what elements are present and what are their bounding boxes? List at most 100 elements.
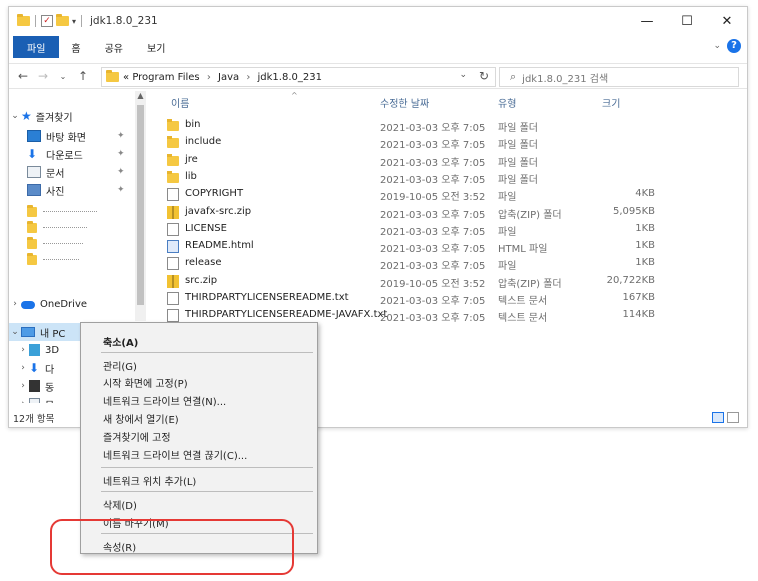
menu-item-manage[interactable]: 관리(G) [103,358,137,373]
chevron-right-icon[interactable]: › [17,363,29,373]
nav-this-pc[interactable]: ⌄ 내 PC [9,323,89,341]
menu-item-map-drive[interactable]: 네트워크 드라이브 연결(N)... [103,393,226,408]
table-row[interactable]: LICENSE 2021-03-03 오후 7:05 파일 1KB [149,221,747,238]
tab-home[interactable]: 홈 [59,36,92,58]
nav-item-downloads-pc[interactable]: › ⬇ 다 [17,359,54,377]
menu-item-add-network-location[interactable]: 네트워크 위치 추가(L) [103,473,196,488]
refresh-icon[interactable]: ↻ [479,69,489,83]
table-row[interactable]: jre 2021-03-03 오후 7:05 파일 폴더 [149,152,747,169]
details-view-icon[interactable] [712,412,724,423]
nav-item-videos[interactable]: › 동 [17,377,54,395]
nav-label: 다 [45,364,55,376]
menu-item-collapse[interactable]: 축소(A) [103,334,138,349]
file-size: 1KB [635,240,655,252]
file-name: release [185,257,222,269]
menu-item-pin-start[interactable]: 시작 화면에 고정(P) [103,375,188,390]
chevron-down-icon[interactable]: ⌄ [9,111,21,121]
table-row[interactable]: javafx-src.zip 2021-03-03 오후 7:05 압축(ZIP) … [149,204,747,221]
window-title: jdk1.8.0_231 [90,15,158,27]
chevron-right-icon[interactable]: › [207,72,211,83]
table-row[interactable]: src.zip 2019-10-05 오전 3:52 압축(ZIP) 폴더 20,72… [149,273,747,290]
breadcrumb-java[interactable]: Java [218,72,239,83]
tab-view[interactable]: 보기 [135,36,177,58]
breadcrumb-program-files[interactable]: Program Files [132,72,199,83]
table-row[interactable]: include 2021-03-03 오후 7:05 파일 폴더 [149,134,747,151]
tab-share[interactable]: 공유 [93,36,135,58]
breadcrumb-jdk[interactable]: jdk1.8.0_231 [258,72,322,83]
table-row[interactable]: COPYRIGHT 2019-10-05 오전 3:52 파일 4KB [149,186,747,204]
chevron-right-icon[interactable]: › [246,72,250,83]
column-header-size[interactable]: 크기 [602,95,620,111]
table-row[interactable]: lib 2021-03-03 오후 7:05 파일 폴더 [149,169,747,186]
scroll-up-icon[interactable]: ▲ [135,91,146,100]
help-icon[interactable]: ? [727,39,741,53]
menu-item-disconnect-drive[interactable]: 네트워크 드라이브 연결 끊기(C)... [103,447,247,462]
file-name: include [185,136,222,148]
folder-icon [167,119,179,131]
forward-icon[interactable]: → [33,69,53,83]
folder-icon [167,170,179,183]
table-row[interactable]: README.html 2021-03-03 오후 7:05 HTML 파일 1KB [149,238,747,256]
nav-quick-access[interactable]: ⌄ ★ 즐겨찾기 [9,107,72,125]
file-name: src.zip [185,274,218,286]
back-icon[interactable]: ← [13,69,33,83]
large-icons-view-icon[interactable] [727,412,739,423]
file-type: 파일 [498,192,517,204]
nav-item-desktop[interactable]: 바탕 화면 [27,127,86,145]
chevron-right-icon[interactable]: › [17,381,29,391]
scrollbar-thumb[interactable] [137,105,144,305]
download-icon: ⬇ [29,361,40,375]
new-folder-icon[interactable] [56,14,69,26]
menu-item-pin-quick-access[interactable]: 즐겨찾기에 고정 [103,429,171,444]
file-date: 2021-03-03 오후 7:05 [380,313,486,325]
table-row[interactable]: release 2021-03-03 오후 7:05 파일 1KB [149,255,747,272]
file-date: 2021-03-03 오후 7:05 [380,157,486,169]
nav-item-downloads[interactable]: ⬇ 다운로드 [27,145,83,163]
title-bar: ✓ ▾ jdk1.8.0_231 — ☐ ✕ [9,7,747,35]
table-row[interactable]: THIRDPARTYLICENSEREADME.txt 2021-03-03 오후… [149,290,747,307]
chevron-right-icon[interactable]: › [17,345,29,355]
table-row[interactable]: bin 2021-03-03 오후 7:05 파일 폴더 [149,117,747,134]
column-header-date[interactable]: 수정한 날짜 [380,95,429,111]
zip-file-icon [167,274,179,288]
tab-file[interactable]: 파일 [13,36,60,58]
address-bar[interactable]: « Program Files › Java › jdk1.8.0_231 ⌄ … [101,67,496,87]
nav-label: 문서 [46,168,65,180]
breadcrumb-overflow[interactable]: « [123,72,129,83]
column-header-name[interactable]: 이름 [171,95,189,111]
column-header-type[interactable]: 유형 [498,95,516,111]
close-button[interactable]: ✕ [707,7,747,35]
chevron-right-icon[interactable]: › [17,399,29,403]
chevron-down-icon[interactable]: ⌄ [9,327,21,337]
maximize-button[interactable]: ☐ [667,7,707,35]
menu-separator [101,467,313,468]
menu-separator [101,491,313,492]
expand-ribbon-icon[interactable]: ⌄ [713,41,721,51]
nav-onedrive[interactable]: › OneDrive [9,295,87,313]
nav-scrollbar[interactable]: ▲ [135,91,146,321]
up-icon[interactable]: ↑ [73,69,93,83]
nav-item-pictures[interactable]: 사진 [27,181,64,199]
nav-item-folder[interactable] [27,251,79,269]
nav-label: 동 [45,382,55,394]
pin-icon: ✦ [117,131,125,141]
file-type: HTML 파일 [498,244,548,256]
properties-icon[interactable]: ✓ [41,15,53,27]
file-name: javafx-src.zip [185,205,252,217]
file-date: 2021-03-03 오후 7:05 [380,123,486,134]
nav-item-documents[interactable]: 문서 [27,163,64,181]
pin-icon: ✦ [117,149,125,159]
minimize-button[interactable]: — [627,7,667,35]
recent-locations-icon[interactable]: ⌄ [53,72,73,81]
nav-item-3d[interactable]: › 3D [17,341,59,359]
file-icon [167,292,179,305]
search-input[interactable]: ⌕ jdk1.8.0_231 검색 [499,67,739,87]
menu-item-delete[interactable]: 삭제(D) [103,497,137,512]
customize-toolbar-icon[interactable]: ▾ [72,17,76,26]
file-date: 2019-10-05 오전 3:52 [380,278,486,290]
chevron-down-icon[interactable]: ⌄ [459,70,467,80]
nav-item-documents-pc[interactable]: › 문 [17,395,54,403]
chevron-right-icon[interactable]: › [9,299,21,309]
file-icon [167,222,179,236]
menu-item-open-new-window[interactable]: 새 창에서 열기(E) [103,411,179,426]
